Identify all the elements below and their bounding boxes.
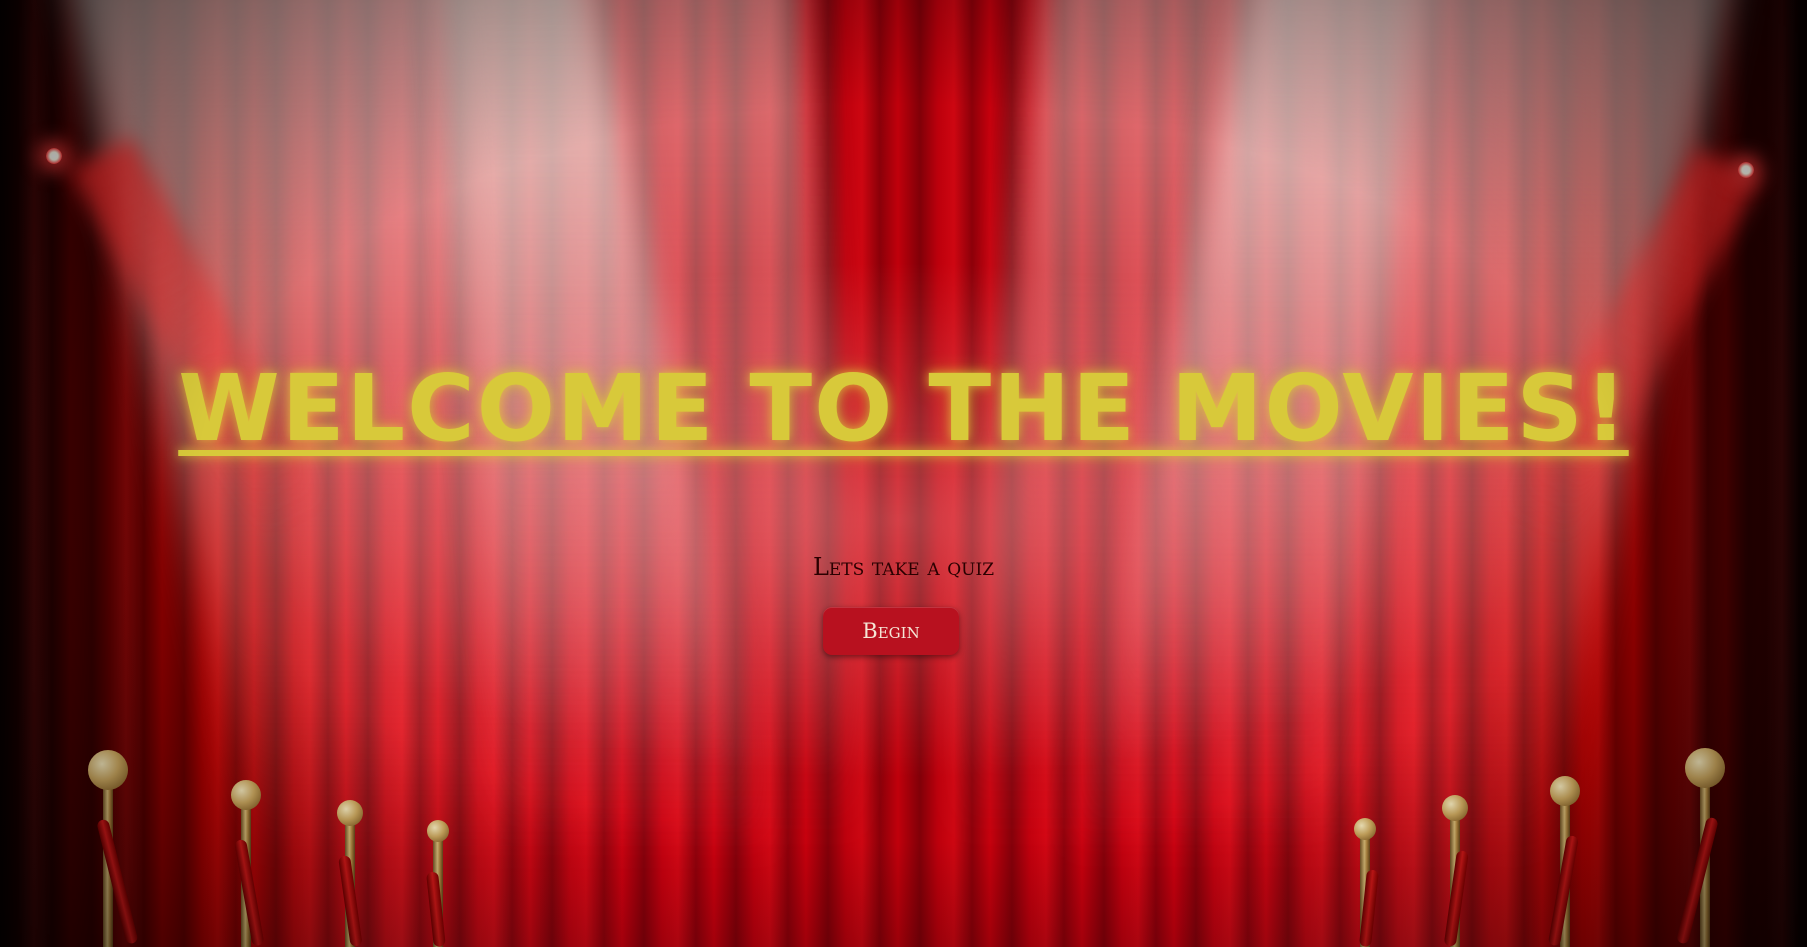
velvet-rope xyxy=(1675,816,1719,945)
stanchion-knob xyxy=(88,750,128,790)
stanchion-knob xyxy=(337,800,363,826)
theater-stage-background: Welcome to the Movies! Lets take a quiz … xyxy=(0,0,1807,947)
spotlight-icon xyxy=(1738,162,1754,178)
stanchion-knob xyxy=(1442,795,1468,821)
stanchion-knob xyxy=(1354,818,1376,840)
center-glow xyxy=(250,260,1550,780)
velvet-rope xyxy=(338,855,363,947)
spotlight-icon xyxy=(46,148,62,164)
spotlight-beam-left xyxy=(70,137,329,541)
velvet-rope xyxy=(1443,850,1469,947)
spotlight-beam-right xyxy=(1501,147,1760,551)
stanchion-knob xyxy=(1550,776,1580,806)
page-title: Welcome to the Movies! xyxy=(178,355,1629,462)
stanchion-knob xyxy=(1685,748,1725,788)
stanchion-knob xyxy=(427,820,449,842)
begin-button[interactable]: Begin xyxy=(823,607,959,655)
stanchion-knob xyxy=(231,780,261,810)
page-subtitle: Lets take a quiz xyxy=(812,553,995,581)
